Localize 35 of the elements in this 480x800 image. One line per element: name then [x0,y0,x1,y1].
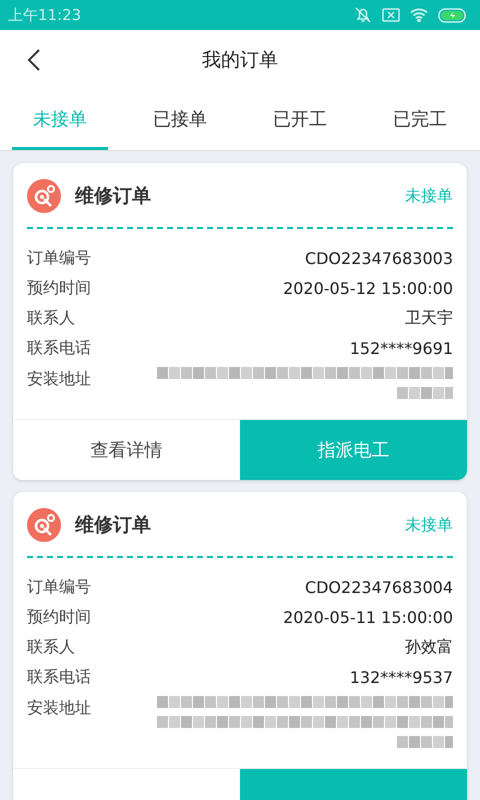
field-value: 132****9537 [350,668,453,686]
order-status: 未接单 [405,514,453,536]
details-button[interactable]: 查看详情 [13,420,240,480]
gear-wrench-icon [27,508,61,542]
field-label: 安装地址 [27,698,91,719]
tab[interactable]: 已完工 [372,90,468,150]
field-label: 联系电话 [27,338,91,358]
status-time: 上午11:23 [8,6,82,24]
tab[interactable]: 已接单 [132,90,228,150]
page-title: 我的订单 [202,48,278,73]
battery-icon [438,8,468,22]
field-value: 2020-05-11 15:00:00 [283,608,453,626]
field-value: 152****9691 [350,338,453,358]
field-value: 孙效富 [405,636,453,658]
sim-icon [382,8,400,22]
order-type: 维修订单 [75,184,152,209]
field-value: CDO22347683004 [304,578,453,596]
order-type: 维修订单 [75,513,152,538]
field-label: 联系人 [27,636,75,658]
back-icon[interactable] [27,48,41,72]
bell-off-icon [354,6,372,24]
tab[interactable]: 已开工 [252,90,348,150]
field-value: 2020-05-12 15:00:00 [283,278,453,298]
field-label: 订单编号 [27,576,91,598]
field-value: 卫天宇 [405,308,453,328]
order-status: 未接单 [405,186,453,206]
gear-wrench-icon [27,179,61,213]
field-label: 预约时间 [27,606,91,628]
wifi-icon [410,8,428,22]
field-label: 安装地址 [27,369,91,390]
field-label: 联系电话 [27,666,91,688]
field-label: 联系人 [27,308,75,328]
field-label: 订单编号 [27,248,91,268]
field-label: 预约时间 [27,278,91,298]
field-value: CDO22347683003 [304,248,453,268]
